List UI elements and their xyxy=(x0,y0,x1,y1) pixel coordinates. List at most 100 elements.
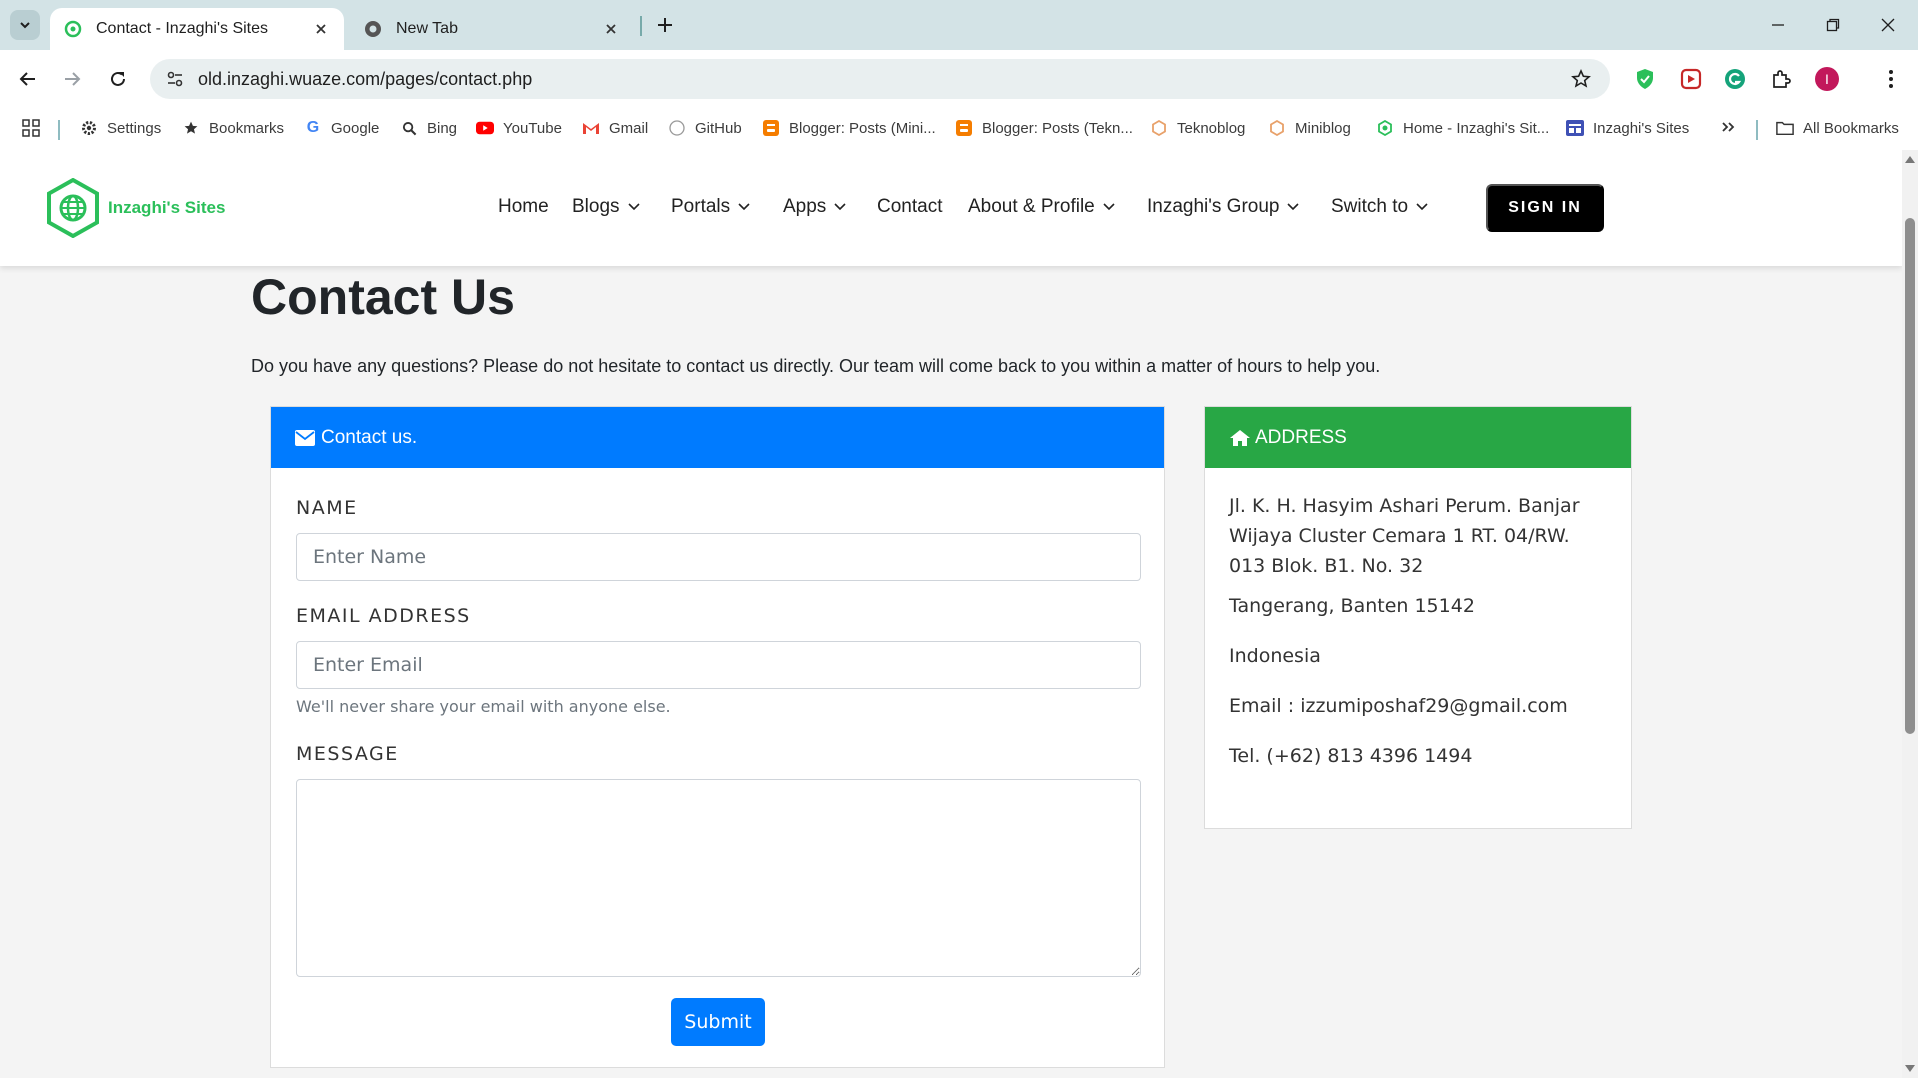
bookmark-miniblog[interactable]: Miniblog xyxy=(1268,119,1351,137)
address-bar[interactable]: old.inzaghi.wuaze.com/pages/contact.php xyxy=(150,59,1610,99)
site-logo[interactable]: Inzaghi's Sites xyxy=(46,178,225,238)
bookmark-home-inzaghi[interactable]: Home - Inzaghi's Sit... xyxy=(1376,119,1549,137)
name-input[interactable] xyxy=(296,533,1141,581)
reload-icon xyxy=(111,71,125,86)
bookmark-bing[interactable]: Bing xyxy=(400,119,457,137)
close-icon[interactable] xyxy=(312,20,330,38)
browser-toolbar: old.inzaghi.wuaze.com/pages/contact.php … xyxy=(0,50,1918,108)
nav-blogs[interactable]: Blogs xyxy=(572,196,640,218)
bookmark-google[interactable]: G Google xyxy=(304,119,380,137)
browser-tab-strip: Contact - Inzaghi's Sites New Tab xyxy=(0,0,1918,50)
minimize-icon xyxy=(1772,24,1784,26)
bookmark-label: YouTube xyxy=(503,119,562,137)
page-title: Contact Us xyxy=(251,269,515,325)
nav-label: Home xyxy=(498,196,549,217)
address-street: Jl. K. H. Hasyim Ashari Perum. Banjar Wi… xyxy=(1229,495,1580,577)
address-card: ADDRESS Jl. K. H. Hasyim Ashari Perum. B… xyxy=(1204,406,1632,829)
extensions-puzzle-icon[interactable] xyxy=(1766,64,1796,94)
nav-portals[interactable]: Portals xyxy=(671,196,750,218)
chevron-down-icon xyxy=(834,201,846,213)
google-icon: G xyxy=(306,119,320,136)
bookmark-youtube[interactable]: YouTube xyxy=(476,119,562,137)
youtube-icon xyxy=(476,119,494,137)
close-icon[interactable] xyxy=(602,20,620,38)
nav-label: Portals xyxy=(671,196,731,217)
grammarly-icon[interactable] xyxy=(1720,64,1750,94)
chevron-down-icon xyxy=(1287,201,1300,213)
message-textarea[interactable] xyxy=(296,779,1141,977)
bookmark-star-icon[interactable] xyxy=(1566,64,1596,94)
nav-label: Contact xyxy=(877,196,943,217)
bookmarks-overflow-button[interactable] xyxy=(1720,119,1736,135)
bookmark-blogger-mini[interactable]: Blogger: Posts (Mini... xyxy=(762,119,936,137)
bookmark-teknoblog[interactable]: Teknoblog xyxy=(1150,119,1245,137)
bookmark-divider xyxy=(1756,120,1758,140)
close-icon xyxy=(1881,18,1895,32)
back-button[interactable] xyxy=(12,63,44,95)
close-window-button[interactable] xyxy=(1868,10,1908,40)
home-icon xyxy=(1229,429,1251,447)
email-label: EMAIL ADDRESS xyxy=(296,605,471,627)
name-label: NAME xyxy=(296,497,358,519)
address-card-header: ADDRESS xyxy=(1205,407,1631,468)
bookmark-label: Google xyxy=(331,119,380,137)
tab-title: Contact - Inzaghi's Sites xyxy=(96,20,269,37)
scroll-down-arrow-icon[interactable] xyxy=(1905,1065,1915,1072)
bookmarks-bar: Settings Bookmarks G Google Bing YouTube… xyxy=(0,108,1918,150)
nav-label: Inzaghi's Group xyxy=(1147,196,1280,217)
site-header: Inzaghi's Sites Home Blogs Portals Apps … xyxy=(0,150,1902,266)
contact-card-header: Contact us. xyxy=(271,407,1164,468)
bookmark-settings[interactable]: Settings xyxy=(80,119,161,137)
browser-menu-button[interactable] xyxy=(1876,64,1906,94)
bookmark-inzaghi-sites[interactable]: Inzaghi's Sites xyxy=(1566,119,1689,137)
chevron-down-icon xyxy=(1103,201,1115,213)
apps-grid-button[interactable] xyxy=(22,119,40,137)
search-icon xyxy=(400,119,418,137)
tab-search-button[interactable] xyxy=(10,10,40,40)
nav-home[interactable]: Home xyxy=(498,196,549,218)
arrow-right-icon xyxy=(65,72,81,86)
url-text[interactable]: old.inzaghi.wuaze.com/pages/contact.php xyxy=(198,69,1566,90)
shield-extension-icon[interactable] xyxy=(1630,64,1660,94)
bookmark-github[interactable]: GitHub xyxy=(668,119,742,137)
scrollbar-thumb[interactable] xyxy=(1905,218,1915,734)
globe-hexagon-logo-icon xyxy=(47,178,99,238)
tab-title: New Tab xyxy=(396,20,458,37)
page-viewport: Inzaghi's Sites Home Blogs Portals Apps … xyxy=(0,150,1918,1078)
bookmark-gmail[interactable]: Gmail xyxy=(582,119,648,137)
bookmark-label: Miniblog xyxy=(1295,119,1351,137)
star-icon xyxy=(182,119,200,137)
page-scrollbar[interactable] xyxy=(1902,150,1918,1078)
scroll-up-arrow-icon[interactable] xyxy=(1905,156,1915,163)
minimize-button[interactable] xyxy=(1758,10,1798,40)
site-icon xyxy=(1566,119,1584,137)
restore-button[interactable] xyxy=(1813,10,1853,40)
nav-contact[interactable]: Contact xyxy=(877,196,942,218)
nav-about-profile[interactable]: About & Profile xyxy=(968,196,1115,218)
address-country: Indonesia xyxy=(1229,645,1321,667)
forward-button[interactable] xyxy=(56,63,88,95)
submit-button[interactable]: Submit xyxy=(671,998,765,1046)
tab-new-tab[interactable]: New Tab xyxy=(350,8,634,50)
page-intro: Do you have any questions? Please do not… xyxy=(251,356,1381,376)
folder-icon xyxy=(1776,119,1794,137)
new-tab-button[interactable] xyxy=(652,12,678,38)
chevron-down-icon xyxy=(20,22,30,29)
profile-avatar[interactable]: I xyxy=(1812,64,1842,94)
sign-in-button[interactable]: SIGN IN xyxy=(1486,184,1604,232)
reload-button[interactable] xyxy=(102,63,134,95)
nav-apps[interactable]: Apps xyxy=(783,196,846,218)
bookmark-blogger-tekno[interactable]: Blogger: Posts (Tekn... xyxy=(955,119,1133,137)
contact-form-card: Contact us. NAME EMAIL ADDRESS We'll nev… xyxy=(270,406,1165,1068)
nav-inzaghis-group[interactable]: Inzaghi's Group xyxy=(1147,196,1300,218)
all-bookmarks-button[interactable]: All Bookmarks xyxy=(1776,119,1899,137)
site-settings-icon[interactable] xyxy=(164,68,186,90)
email-input[interactable] xyxy=(296,641,1141,689)
restore-icon xyxy=(1826,18,1840,32)
media-extension-icon[interactable] xyxy=(1676,64,1706,94)
tab-contact[interactable]: Contact - Inzaghi's Sites xyxy=(50,8,344,50)
more-vertical-icon xyxy=(1889,70,1893,88)
nav-label: Apps xyxy=(783,196,827,217)
nav-switch-to[interactable]: Switch to xyxy=(1331,196,1428,218)
bookmark-bookmarks[interactable]: Bookmarks xyxy=(182,119,284,137)
